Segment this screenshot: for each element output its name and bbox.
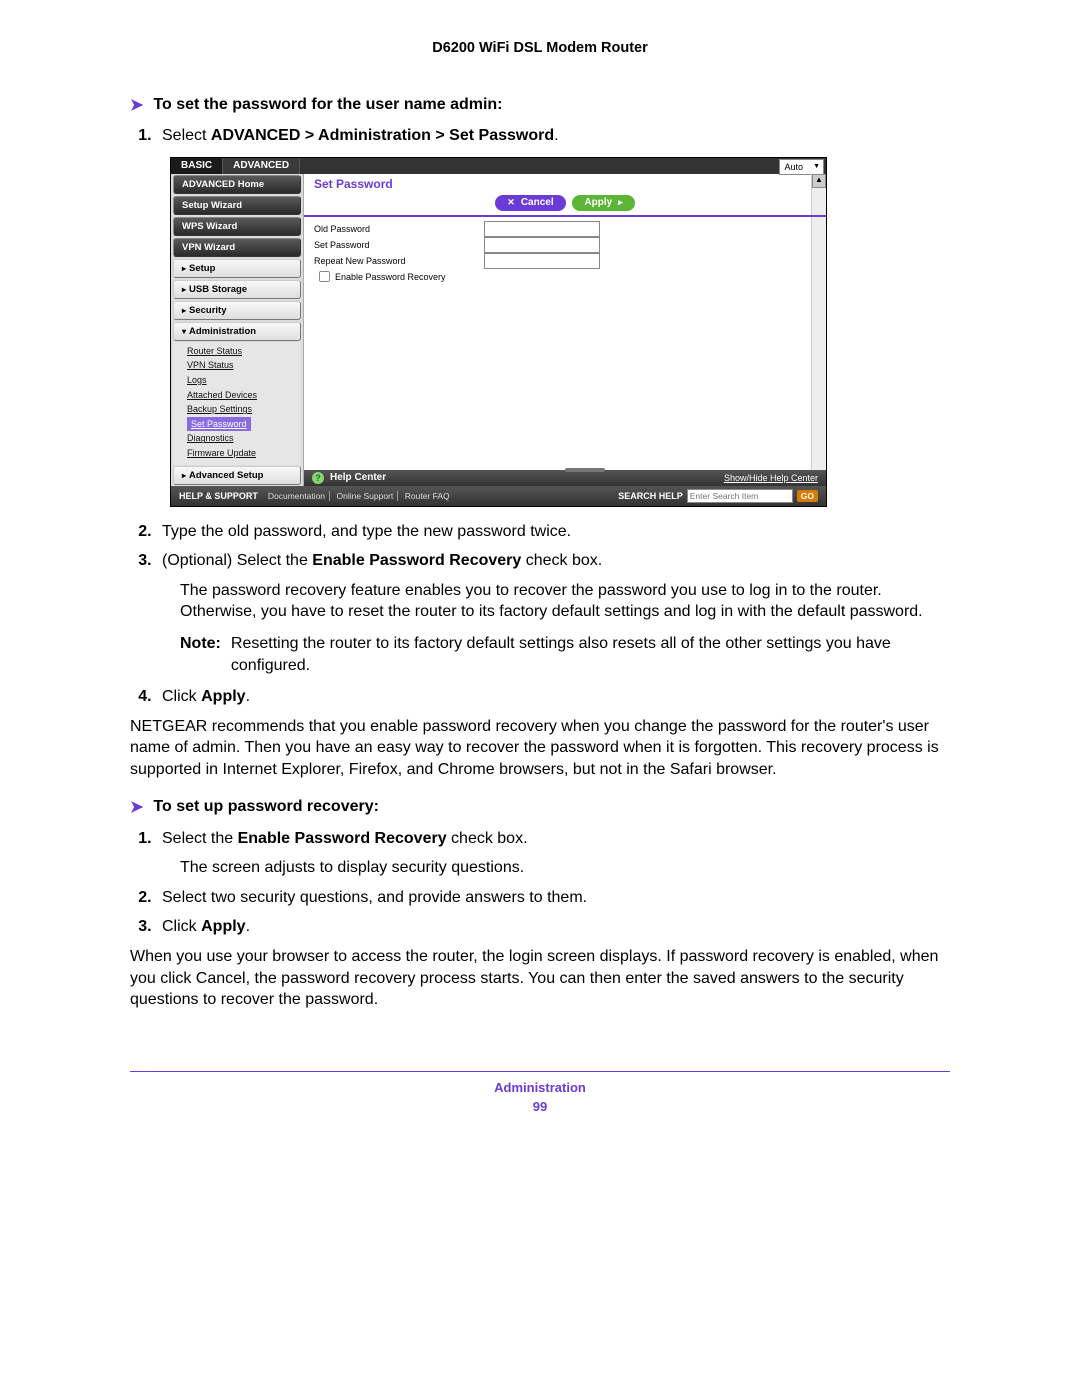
label-old-password: Old Password [314,224,484,234]
subnav-vpn-status[interactable]: VPN Status [187,358,301,373]
recovery-step-2: Select two security questions, and provi… [156,887,950,909]
footer-link-router-faq[interactable]: Router FAQ [401,491,454,501]
close-icon: ✕ [507,197,515,208]
search-help-input[interactable] [687,489,793,503]
chevron-right-icon: ➤ [130,798,143,817]
help-support-label: HELP & SUPPORT [179,491,258,501]
help-toggle-link[interactable]: Show/Hide Help Center [724,473,818,483]
help-icon: ? [312,472,324,484]
step-2: Type the old password, and type the new … [156,521,950,543]
label-repeat-password: Repeat New Password [314,256,484,266]
procedure-heading-password-recovery: ➤ To set up password recovery: [130,798,950,817]
arrow-right-icon: ▸ [618,197,623,208]
search-help-label: SEARCH HELP [618,491,683,501]
page-header: D6200 WiFi DSL Modem Router [130,40,950,56]
paragraph-recovery-explain: The password recovery feature enables yo… [180,580,950,623]
subnav-diagnostics[interactable]: Diagnostics [187,431,301,446]
note-reset-warning: Note: Resetting the router to its factor… [180,633,950,676]
step-1: Select ADVANCED > Administration > Set P… [156,125,950,147]
apply-button[interactable]: Apply▸ [572,195,634,211]
old-password-input[interactable] [484,221,600,237]
nav-advanced-home[interactable]: ADVANCED Home [173,175,301,194]
panel-title: Set Password [304,174,826,195]
procedure-title: To set the password for the user name ad… [153,96,502,114]
footer-rule [130,1071,950,1072]
footer-page-number: 99 [130,1099,950,1114]
recovery-step-1: Select the Enable Password Recovery chec… [156,828,950,850]
step-4: Click Apply. [156,686,950,708]
subnav-set-password[interactable]: Set Password [187,417,251,432]
label-new-password: Set Password [314,240,484,250]
nav-usb-storage[interactable]: ▸USB Storage [173,280,301,299]
footer-section-name: Administration [494,1080,586,1095]
nav-admin-submenu: Router Status VPN Status Logs Attached D… [173,342,301,465]
footer-link-online-support[interactable]: Online Support [333,491,399,501]
step-3: (Optional) Select the Enable Password Re… [156,550,950,572]
scrollbar[interactable]: ▲ [811,174,826,486]
nav-setup[interactable]: ▸Setup [173,259,301,278]
nav-administration[interactable]: ▾Administration [173,322,301,341]
sidebar: ADVANCED Home Setup Wizard WPS Wizard VP… [171,174,304,486]
paragraph-security-questions: The screen adjusts to display security q… [180,857,950,879]
go-button[interactable]: GO [797,490,818,502]
drag-handle-icon[interactable] [565,468,605,472]
chevron-right-icon: ➤ [130,96,143,115]
help-center-label: Help Center [330,472,386,483]
subnav-attached-devices[interactable]: Attached Devices [187,388,301,403]
nav-setup-wizard[interactable]: Setup Wizard [173,196,301,215]
help-center-bar[interactable]: ? Help Center Show/Hide Help Center [304,470,826,486]
paragraph-recovery-flow: When you use your browser to access the … [130,946,950,1011]
nav-advanced-setup[interactable]: ▸Advanced Setup [173,466,301,485]
subnav-logs[interactable]: Logs [187,373,301,388]
cancel-button[interactable]: ✕Cancel [495,195,565,211]
subnav-router-status[interactable]: Router Status [187,344,301,359]
footer-link-documentation[interactable]: Documentation [264,491,330,501]
nav-security[interactable]: ▸Security [173,301,301,320]
recovery-step-3: Click Apply. [156,916,950,938]
subnav-backup-settings[interactable]: Backup Settings [187,402,301,417]
subnav-firmware-update[interactable]: Firmware Update [187,446,301,461]
enable-recovery-checkbox[interactable] [319,271,330,282]
new-password-input[interactable] [484,237,600,253]
paragraph-netgear-recommendation: NETGEAR recommends that you enable passw… [130,716,950,781]
tab-basic[interactable]: BASIC [171,158,223,174]
tab-advanced[interactable]: ADVANCED [223,158,300,174]
procedure-heading-set-password: ➤ To set the password for the user name … [130,96,950,115]
page-footer: Administration 99 [130,1080,950,1114]
label-enable-recovery: Enable Password Recovery [335,272,505,282]
procedure-title: To set up password recovery: [153,798,379,816]
nav-wps-wizard[interactable]: WPS Wizard [173,217,301,236]
repeat-password-input[interactable] [484,253,600,269]
language-select[interactable]: Auto [779,159,824,175]
router-ui-screenshot: BASIC ADVANCED Auto ADVANCED Home Setup … [170,157,827,507]
nav-vpn-wizard[interactable]: VPN Wizard [173,238,301,257]
